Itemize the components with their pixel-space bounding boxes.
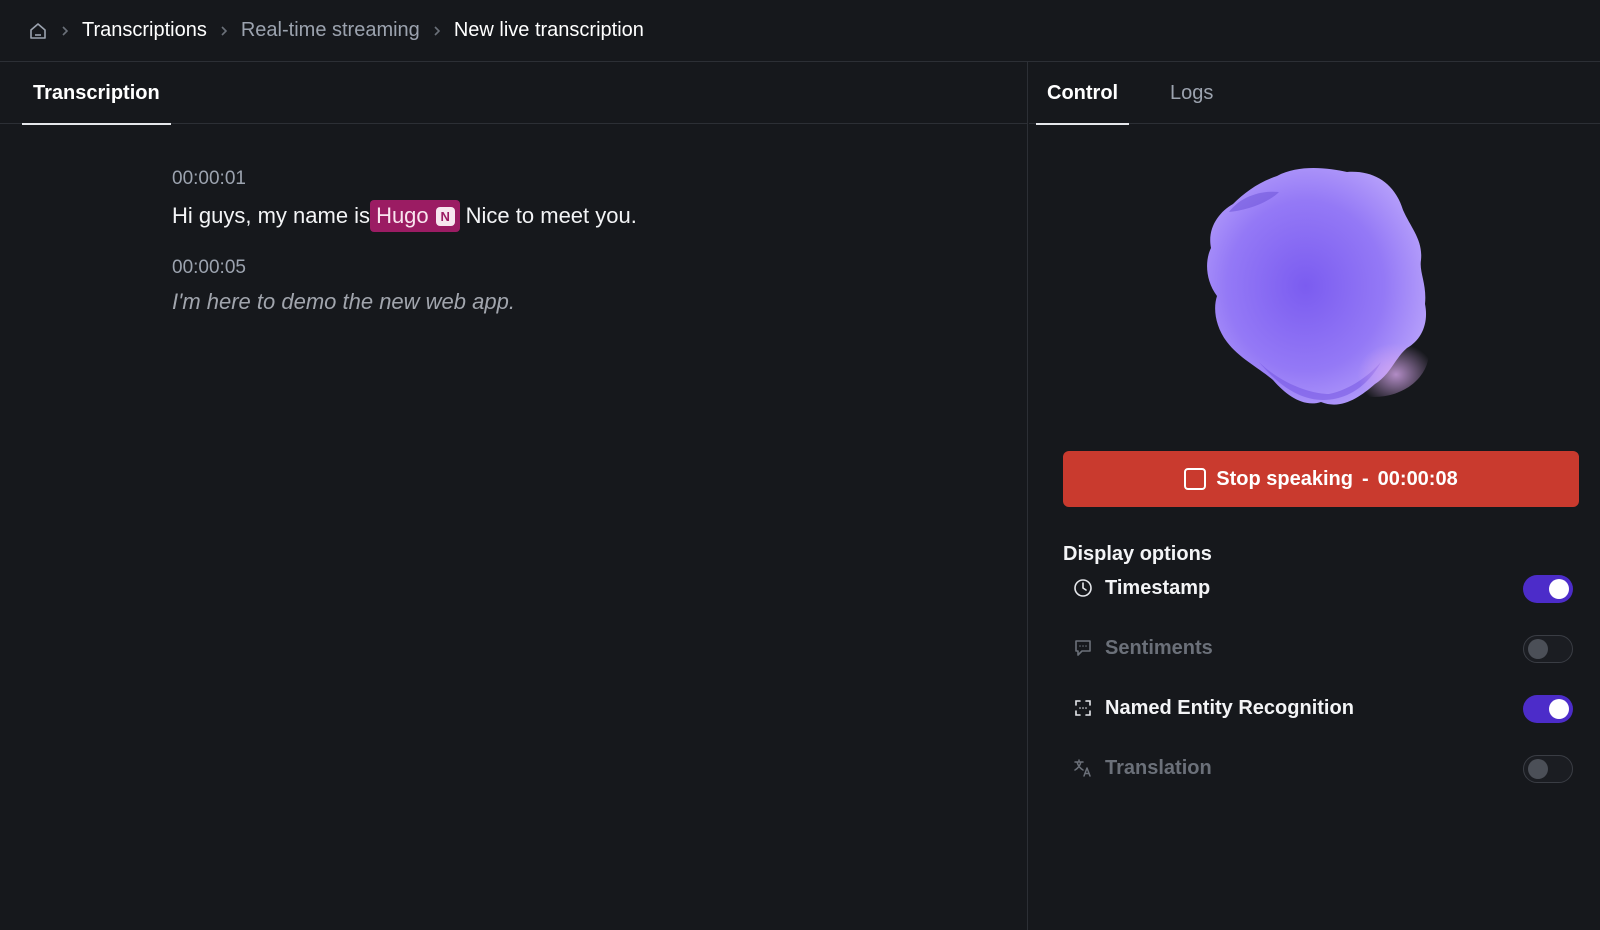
entity-scan-icon bbox=[1073, 698, 1093, 718]
stop-square-icon bbox=[1184, 468, 1207, 490]
transcript-segment: 00:00:05 I'm here to demo the new web ap… bbox=[172, 257, 515, 315]
translate-icon bbox=[1073, 758, 1093, 778]
transcription-tabbar: Transcription bbox=[0, 62, 1027, 125]
option-label: Timestamp bbox=[1105, 576, 1211, 599]
clock-icon bbox=[1073, 578, 1093, 598]
chevron-right-icon bbox=[60, 25, 70, 37]
chevron-right-icon bbox=[432, 25, 442, 37]
toggle-knob bbox=[1528, 639, 1548, 659]
voice-activity-blob bbox=[1199, 162, 1449, 422]
tab-control[interactable]: Control bbox=[1036, 62, 1130, 125]
option-label: Named Entity Recognition bbox=[1105, 696, 1354, 719]
segment-text-before: Hi guys, my name is bbox=[172, 203, 371, 228]
control-tabbar: Control Logs bbox=[1029, 62, 1600, 125]
toggle-knob bbox=[1549, 579, 1569, 599]
display-options-title: Display options bbox=[1063, 543, 1212, 565]
timestamp-toggle[interactable] bbox=[1523, 575, 1573, 603]
option-translation: Translation bbox=[1073, 748, 1573, 788]
option-named-entity-recognition: Named Entity Recognition bbox=[1073, 688, 1573, 728]
top-bar: Transcriptions Real-time streaming New l… bbox=[0, 0, 1600, 62]
stop-button-label: Stop speaking bbox=[1216, 467, 1353, 490]
breadcrumb-real-time-streaming[interactable]: Real-time streaming bbox=[241, 19, 420, 42]
toggle-knob bbox=[1528, 759, 1548, 779]
named-entity-recognition-toggle[interactable] bbox=[1523, 695, 1573, 723]
translation-toggle[interactable] bbox=[1523, 755, 1573, 783]
segment-text-after: Nice to meet you. bbox=[465, 203, 637, 228]
segment-text: Hi guys, my name is Hugo N Nice to meet … bbox=[172, 200, 637, 232]
breadcrumb-transcriptions[interactable]: Transcriptions bbox=[82, 19, 207, 42]
entity-text: Hugo bbox=[376, 203, 429, 228]
tab-logs[interactable]: Logs bbox=[1159, 62, 1224, 124]
named-entity-highlight[interactable]: Hugo N bbox=[370, 200, 460, 232]
entity-type-badge: N bbox=[435, 206, 455, 226]
transcript-segment: 00:00:01 Hi guys, my name is Hugo N Nice… bbox=[172, 168, 637, 232]
segment-timestamp: 00:00:01 bbox=[172, 168, 246, 189]
toggle-knob bbox=[1549, 699, 1569, 719]
tab-transcription[interactable]: Transcription bbox=[22, 62, 171, 125]
breadcrumb: Transcriptions Real-time streaming New l… bbox=[28, 19, 644, 42]
home-icon[interactable] bbox=[28, 21, 48, 41]
transcription-panel: Transcription 00:00:01 Hi guys, my name … bbox=[0, 62, 1028, 930]
stop-speaking-button[interactable]: Stop speaking - 00:00:08 bbox=[1063, 451, 1579, 507]
option-label: Translation bbox=[1105, 756, 1212, 779]
chevron-right-icon bbox=[219, 25, 229, 37]
stop-button-separator: - bbox=[1361, 467, 1369, 490]
comment-icon bbox=[1073, 638, 1093, 658]
control-panel: Control Logs Stop speaking - 00:00:08 Di… bbox=[1029, 62, 1600, 930]
segment-text-partial: I'm here to demo the new web app. bbox=[172, 289, 515, 314]
segment-timestamp: 00:00:05 bbox=[172, 257, 246, 278]
option-timestamp: Timestamp bbox=[1073, 568, 1573, 608]
option-label: Sentiments bbox=[1105, 636, 1213, 659]
recording-elapsed-time: 00:00:08 bbox=[1377, 467, 1458, 490]
option-sentiments: Sentiments bbox=[1073, 628, 1573, 668]
sentiments-toggle[interactable] bbox=[1523, 635, 1573, 663]
breadcrumb-current-page: New live transcription bbox=[453, 19, 644, 41]
